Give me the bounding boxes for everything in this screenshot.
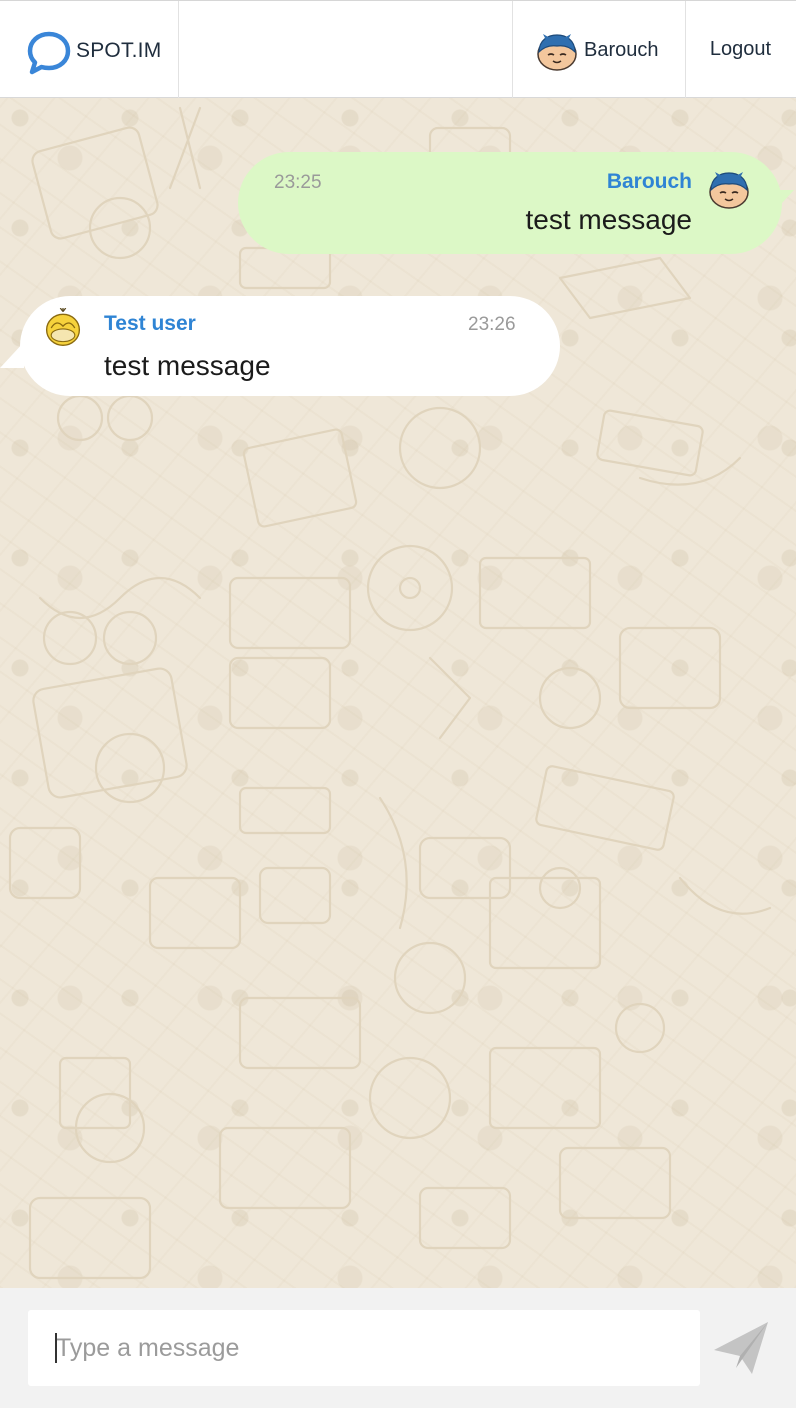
- logo-cell[interactable]: SPOT.IM: [0, 1, 179, 98]
- bubble-tail: [770, 190, 794, 216]
- logo-text: SPOT.IM: [76, 39, 162, 62]
- message-time: 23:25: [274, 172, 322, 193]
- message-input[interactable]: [28, 1310, 700, 1386]
- header-spacer: [179, 1, 512, 98]
- top-bar: SPOT.IM Barouch Logout: [0, 0, 796, 98]
- doodle-wallpaper: [8, 106, 772, 1280]
- chat-area[interactable]: 23:25 Barouch test message Test user 23:…: [0, 98, 796, 1288]
- message-author: Test user: [104, 312, 196, 335]
- user-avatar-icon: [537, 34, 577, 71]
- message-text: test message: [525, 204, 692, 235]
- message-input-wrapper[interactable]: [28, 1310, 700, 1386]
- message-time: 23:26: [468, 314, 516, 335]
- message-outgoing[interactable]: 23:25 Barouch test message: [238, 152, 794, 254]
- paper-plane-icon[interactable]: [712, 1320, 770, 1378]
- bubble-tail: [0, 342, 24, 368]
- message-text: test message: [104, 350, 271, 381]
- logout-button[interactable]: Logout: [710, 38, 771, 61]
- logout-cell: Logout: [685, 1, 796, 98]
- text-caret: [55, 1333, 57, 1363]
- current-user[interactable]: Barouch: [512, 1, 686, 98]
- blue-haired-character-avatar-icon: [709, 172, 749, 209]
- message-author: Barouch: [606, 170, 692, 193]
- message-incoming[interactable]: Test user 23:26 test message: [0, 296, 560, 396]
- speech-bubble-logo-icon: [27, 31, 71, 75]
- yellow-duck-avatar-icon: [45, 308, 81, 346]
- message-composer: [0, 1288, 796, 1408]
- user-name: Barouch: [584, 39, 659, 61]
